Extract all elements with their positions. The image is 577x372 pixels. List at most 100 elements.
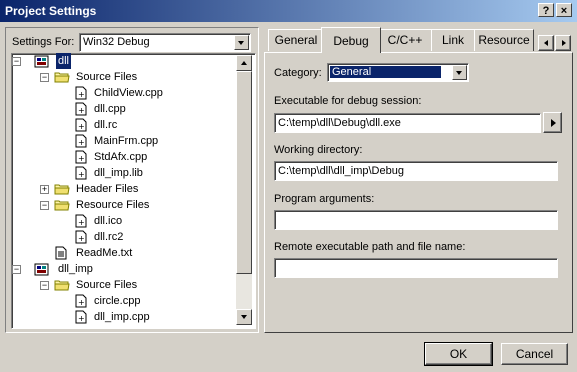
tree-item-label: Resource Files bbox=[76, 199, 150, 211]
tree-row[interactable]: ReadMe.txt bbox=[12, 245, 236, 261]
source-file-icon: + bbox=[74, 102, 88, 116]
svg-text:+: + bbox=[78, 298, 85, 307]
folder-icon bbox=[54, 198, 70, 212]
tree-item-label: Header Files bbox=[76, 183, 139, 195]
window-title: Project Settings bbox=[5, 4, 97, 18]
collapse-icon[interactable]: − bbox=[12, 265, 21, 274]
remote-path-input[interactable] bbox=[274, 258, 558, 278]
project-icon bbox=[34, 262, 49, 276]
tree-row[interactable]: − dll_imp bbox=[12, 261, 236, 277]
collapse-icon[interactable]: − bbox=[40, 281, 49, 290]
tree-item-label: circle.cpp bbox=[94, 295, 141, 307]
tree-row[interactable]: − Source Files bbox=[12, 69, 236, 85]
svg-text:+: + bbox=[78, 138, 85, 147]
category-value: General bbox=[330, 66, 442, 78]
project-tree: − dll − Source Files + ChildView.cpp + dll.cpp +… bbox=[12, 53, 253, 327]
svg-text:+: + bbox=[78, 106, 85, 115]
source-file-icon: + bbox=[74, 294, 88, 308]
chevron-down-icon[interactable] bbox=[452, 65, 467, 80]
tab-debug[interactable]: Debug bbox=[321, 27, 381, 53]
tree-item-label: dll_imp bbox=[58, 263, 93, 275]
scroll-down-button[interactable] bbox=[236, 309, 252, 325]
scroll-thumb[interactable] bbox=[236, 71, 252, 274]
tree-row[interactable]: + dll.cpp bbox=[12, 101, 236, 117]
tab-scroll-right-button[interactable] bbox=[555, 35, 571, 51]
settings-for-value: Win32 Debug bbox=[83, 36, 150, 48]
tab-resource[interactable]: Resource bbox=[474, 29, 534, 51]
tree-item-label: dll bbox=[56, 53, 72, 69]
chevron-down-icon[interactable] bbox=[234, 35, 249, 50]
svg-text:+: + bbox=[78, 218, 85, 227]
tree-row[interactable]: − dll bbox=[12, 53, 236, 69]
source-file-icon: + bbox=[74, 166, 88, 180]
svg-text:+: + bbox=[78, 122, 85, 131]
tab-general[interactable]: General bbox=[268, 29, 324, 51]
collapse-icon[interactable]: − bbox=[40, 201, 49, 210]
tree-item-label: dll.rc2 bbox=[94, 231, 124, 243]
tree-row[interactable]: + dll.rc2 bbox=[12, 229, 236, 245]
ok-button[interactable]: OK bbox=[424, 342, 493, 366]
svg-text:+: + bbox=[78, 90, 85, 99]
tree-scrollbar[interactable] bbox=[236, 55, 252, 325]
program-arguments-label: Program arguments: bbox=[274, 193, 375, 205]
executable-input[interactable]: C:\temp\dll\Debug\dll.exe bbox=[274, 113, 541, 133]
scroll-up-button[interactable] bbox=[236, 55, 252, 71]
remote-path-label: Remote executable path and file name: bbox=[274, 241, 466, 253]
tree-item-label: dll_imp.lib bbox=[94, 167, 143, 179]
executable-browse-button[interactable] bbox=[543, 112, 562, 133]
folder-icon bbox=[54, 278, 70, 292]
tab-scroll-left-button[interactable] bbox=[538, 35, 554, 51]
program-arguments-input[interactable] bbox=[274, 210, 558, 230]
category-label: Category: bbox=[274, 67, 322, 79]
expand-icon[interactable]: + bbox=[40, 185, 49, 194]
tree-item-label: Source Files bbox=[76, 71, 138, 83]
working-directory-input[interactable]: C:\temp\dll\dll_imp\Debug bbox=[274, 161, 558, 181]
tree-row[interactable]: + MainFrm.cpp bbox=[12, 133, 236, 149]
tree-row[interactable]: + dll.ico bbox=[12, 213, 236, 229]
tree-row[interactable]: + dll_imp.lib bbox=[12, 165, 236, 181]
tree-row[interactable]: − Source Files bbox=[12, 277, 236, 293]
source-file-icon: + bbox=[74, 230, 88, 244]
collapse-icon[interactable]: − bbox=[12, 57, 21, 66]
source-file-icon: + bbox=[74, 118, 88, 132]
cancel-button[interactable]: Cancel bbox=[501, 343, 568, 365]
tree-item-label: ReadMe.txt bbox=[76, 247, 133, 259]
tree-item-label: Source Files bbox=[76, 279, 138, 291]
source-file-icon: + bbox=[74, 150, 88, 164]
collapse-icon[interactable]: − bbox=[40, 73, 49, 82]
help-button[interactable]: ? bbox=[538, 3, 554, 17]
tree-row[interactable]: + dll_imp.cpp bbox=[12, 309, 236, 325]
working-directory-label: Working directory: bbox=[274, 144, 363, 156]
tree-row[interactable]: + circle.cpp bbox=[12, 293, 236, 309]
tree-item-label: MainFrm.cpp bbox=[94, 135, 159, 147]
tree-row[interactable]: + dll.rc bbox=[12, 117, 236, 133]
project-icon bbox=[34, 54, 49, 68]
tree-row[interactable]: − Resource Files bbox=[12, 197, 236, 213]
tree-item-label: dll.rc bbox=[94, 119, 118, 131]
tab-link[interactable]: Link bbox=[431, 29, 475, 51]
settings-for-combo[interactable]: Win32 Debug bbox=[79, 33, 251, 52]
folder-icon bbox=[54, 70, 70, 84]
svg-text:+: + bbox=[78, 314, 85, 323]
tree-row[interactable]: + Header Files bbox=[12, 181, 236, 197]
text-file-icon bbox=[54, 246, 68, 260]
executable-label: Executable for debug session: bbox=[274, 95, 422, 107]
close-button[interactable]: × bbox=[556, 3, 572, 17]
tree-row[interactable]: + ChildView.cpp bbox=[12, 85, 236, 101]
settings-for-label: Settings For: bbox=[12, 36, 75, 48]
working-directory-value: C:\temp\dll\dll_imp\Debug bbox=[278, 165, 404, 177]
tree-row[interactable]: + StdAfx.cpp bbox=[12, 149, 236, 165]
tree-item-label: StdAfx.cpp bbox=[94, 151, 148, 163]
executable-value: C:\temp\dll\Debug\dll.exe bbox=[278, 117, 401, 129]
source-file-icon: + bbox=[74, 86, 88, 100]
source-file-icon: + bbox=[74, 214, 88, 228]
svg-text:+: + bbox=[78, 170, 85, 179]
tab-c-c-[interactable]: C/C++ bbox=[378, 29, 432, 51]
source-file-icon: + bbox=[74, 134, 88, 148]
source-file-icon: + bbox=[74, 310, 88, 324]
category-combo[interactable]: General bbox=[327, 63, 469, 82]
svg-text:+: + bbox=[78, 154, 85, 163]
tree-item-label: dll.cpp bbox=[94, 103, 126, 115]
tree-item-label: dll.ico bbox=[94, 215, 123, 227]
svg-text:+: + bbox=[78, 234, 85, 243]
